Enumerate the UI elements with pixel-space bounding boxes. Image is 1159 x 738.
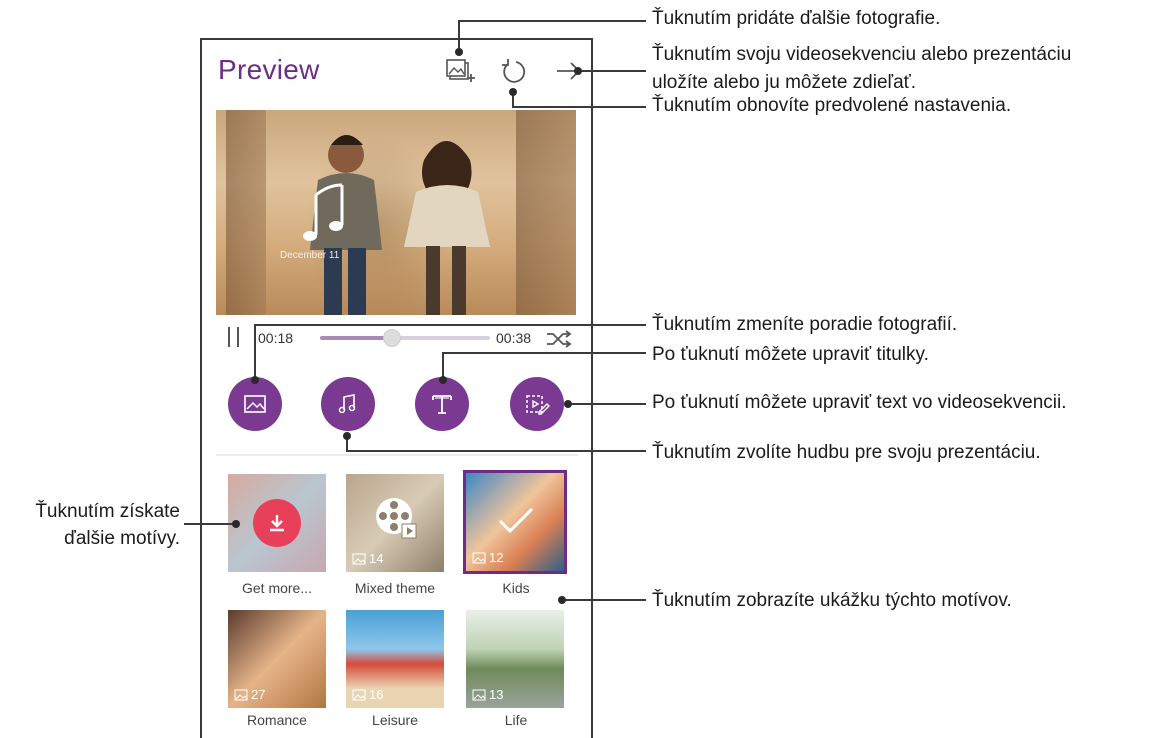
pause-button[interactable] xyxy=(226,327,242,347)
photo-count-value: 14 xyxy=(369,551,384,566)
shuffle-icon[interactable] xyxy=(545,328,573,350)
leader-dot xyxy=(343,432,351,440)
leader-dot xyxy=(564,400,572,408)
image-icon xyxy=(472,689,486,700)
theme-get-more[interactable] xyxy=(228,474,326,572)
leader-line xyxy=(346,450,646,452)
add-photo-icon[interactable] xyxy=(444,54,478,88)
photo-count: 27 xyxy=(234,687,265,702)
photo-count: 16 xyxy=(352,687,383,702)
leader-line xyxy=(254,324,256,380)
leader-line xyxy=(578,70,646,72)
note-reset: Ťuknutím obnovíte predvolené nastavenia. xyxy=(652,95,1012,116)
note-reorder: Ťuknutím zmeníte poradie fotografií. xyxy=(652,314,958,335)
couple-photo xyxy=(303,135,490,315)
selected-theme-frame xyxy=(463,470,567,574)
download-icon xyxy=(270,515,284,532)
note-music: Ťuknutím zvolíte hudbu pre svoju prezent… xyxy=(652,442,1041,463)
note-save-share-line2: uložíte alebo ju môžete zdieľať. xyxy=(652,72,917,93)
leader-line xyxy=(442,352,646,354)
theme-mixed[interactable]: 14 xyxy=(346,474,444,572)
leader-line xyxy=(562,599,646,601)
leader-dot xyxy=(574,67,582,75)
theme-label: Kids xyxy=(502,580,530,596)
leader-dot xyxy=(439,376,447,384)
tree-trunk xyxy=(226,110,266,315)
text-title-icon xyxy=(432,395,452,414)
leader-line xyxy=(458,20,646,22)
film-reel-icon xyxy=(376,498,417,539)
leader-line xyxy=(568,403,646,405)
leader-dot xyxy=(455,48,463,56)
note-video-text: Po ťuknutí môžete upraviť text vo videos… xyxy=(652,392,1067,413)
photo-count: 14 xyxy=(352,551,383,566)
leader-dot xyxy=(509,88,517,96)
photo-count-value: 13 xyxy=(489,687,504,702)
theme-leisure[interactable]: 16 xyxy=(346,610,444,708)
current-time: 00:18 xyxy=(258,330,294,346)
edit-video-text-button[interactable] xyxy=(510,377,564,431)
subtitle-button[interactable] xyxy=(415,377,469,431)
image-icon xyxy=(352,553,366,564)
leader-dot xyxy=(232,520,240,528)
note-add-photos: Ťuknutím pridáte ďalšie fotografie. xyxy=(652,8,941,29)
image-icon xyxy=(234,689,248,700)
section-divider xyxy=(216,454,578,456)
photo-count-value: 27 xyxy=(251,687,266,702)
preview-date-caption: December 11 xyxy=(280,250,340,261)
progress-fill xyxy=(320,336,392,340)
image-icon xyxy=(244,395,266,413)
leader-line xyxy=(512,106,646,108)
leader-dot xyxy=(251,376,259,384)
image-icon xyxy=(352,689,366,700)
leader-dot xyxy=(558,596,566,604)
reset-icon[interactable] xyxy=(496,54,530,88)
theme-romance[interactable]: 27 xyxy=(228,610,326,708)
photo-count: 13 xyxy=(472,687,503,702)
leader-line xyxy=(254,324,646,326)
reorder-photos-button[interactable] xyxy=(228,377,282,431)
note-subtitles: Po ťuknutí môžete upraviť titulky. xyxy=(652,344,929,365)
theme-label: Life xyxy=(504,712,528,728)
leader-line xyxy=(184,523,236,525)
music-button[interactable] xyxy=(321,377,375,431)
total-time: 00:38 xyxy=(496,330,532,346)
theme-label: Get more... xyxy=(241,580,313,596)
theme-label: Mixed theme xyxy=(354,580,436,596)
edit-video-text-icon xyxy=(526,395,550,415)
theme-label: Leisure xyxy=(372,712,418,728)
note-theme-preview: Ťuknutím zobrazíte ukážku týchto motívov… xyxy=(652,590,1012,611)
note-save-share-line1: Ťuknutím svoju videosekvenciu alebo prez… xyxy=(652,44,1072,65)
tree-trunk xyxy=(516,110,576,315)
slideshow-preview[interactable] xyxy=(216,110,576,315)
page-title: Preview xyxy=(218,54,320,85)
photo-count-value: 16 xyxy=(369,687,384,702)
note-more-themes-line2: ďalšie motívy. xyxy=(64,528,180,549)
note-more-themes-line1: Ťuknutím získate xyxy=(35,501,180,522)
theme-life[interactable]: 13 xyxy=(466,610,564,708)
progress-slider[interactable] xyxy=(320,329,490,347)
download-button[interactable] xyxy=(253,499,301,547)
music-note-icon xyxy=(338,394,356,414)
theme-label: Romance xyxy=(247,712,307,728)
